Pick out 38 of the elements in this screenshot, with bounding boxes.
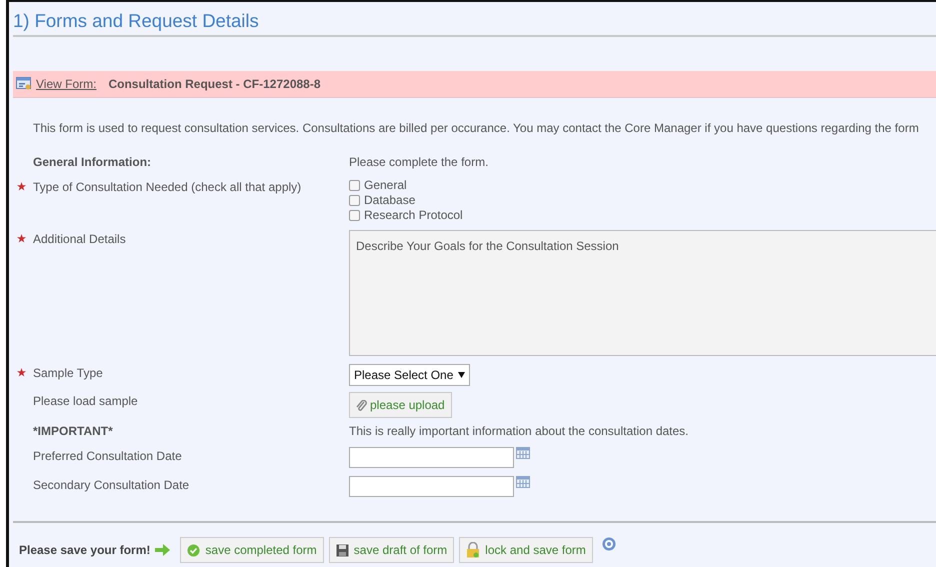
- checkbox[interactable]: [349, 210, 360, 222]
- save-prompt: Please save your form!: [19, 542, 150, 560]
- section-title: 1) Forms and Request Details: [13, 2, 936, 38]
- field-label: General Information:: [33, 154, 152, 172]
- field-label: Secondary Consultation Date: [33, 477, 190, 494]
- info-text: This is really important information about the consultation dates.: [349, 424, 689, 438]
- checkbox-label: General: [364, 178, 407, 194]
- lock-icon: [466, 542, 480, 558]
- sample-type-select[interactable]: Please Select One: [349, 364, 470, 386]
- checkbox-label: Database: [364, 193, 416, 208]
- help-icon[interactable]: [602, 537, 616, 552]
- view-form-link[interactable]: View Form:: [36, 75, 96, 94]
- date-input[interactable]: [349, 447, 514, 468]
- field-label: Sample Type: [33, 365, 103, 382]
- field-label: Please load sample: [33, 393, 138, 410]
- field-label: Type of Consultation Needed (check all that apply): [33, 179, 302, 196]
- field-label: Preferred Consultation Date: [33, 448, 182, 466]
- checkbox[interactable]: [349, 180, 360, 192]
- form-description: This form is used to request consultation services. Consultations are billed per occurance. You may contact the Core Manager if you have questions regarding the form: [32, 120, 920, 138]
- upload-button[interactable]: please upload: [349, 392, 452, 418]
- save-button[interactable]: save completed form: [180, 537, 324, 564]
- checkbox-label: Research Protocol: [364, 208, 463, 224]
- form-title: Consultation Request - CF-1272088-8: [108, 76, 321, 94]
- calendar-icon[interactable]: [516, 476, 530, 488]
- date-input[interactable]: [349, 476, 514, 498]
- arrow-right-icon: [155, 544, 172, 556]
- checkbox[interactable]: [349, 195, 360, 206]
- info-text: Please complete the form.: [349, 155, 488, 170]
- field-label: Additional Details: [33, 231, 126, 248]
- caret-icon: [458, 372, 466, 378]
- paperclip-icon: [356, 400, 367, 412]
- calendar-icon[interactable]: [516, 447, 530, 460]
- save-button[interactable]: lock and save form: [459, 537, 593, 564]
- field-label: *IMPORTANT*: [33, 423, 113, 440]
- form-icon: [16, 77, 32, 92]
- save-button[interactable]: save draft of form: [328, 537, 454, 564]
- check-circle-icon: [187, 544, 200, 557]
- details-textarea[interactable]: Describe Your Goals for the Consultation Session: [349, 230, 936, 356]
